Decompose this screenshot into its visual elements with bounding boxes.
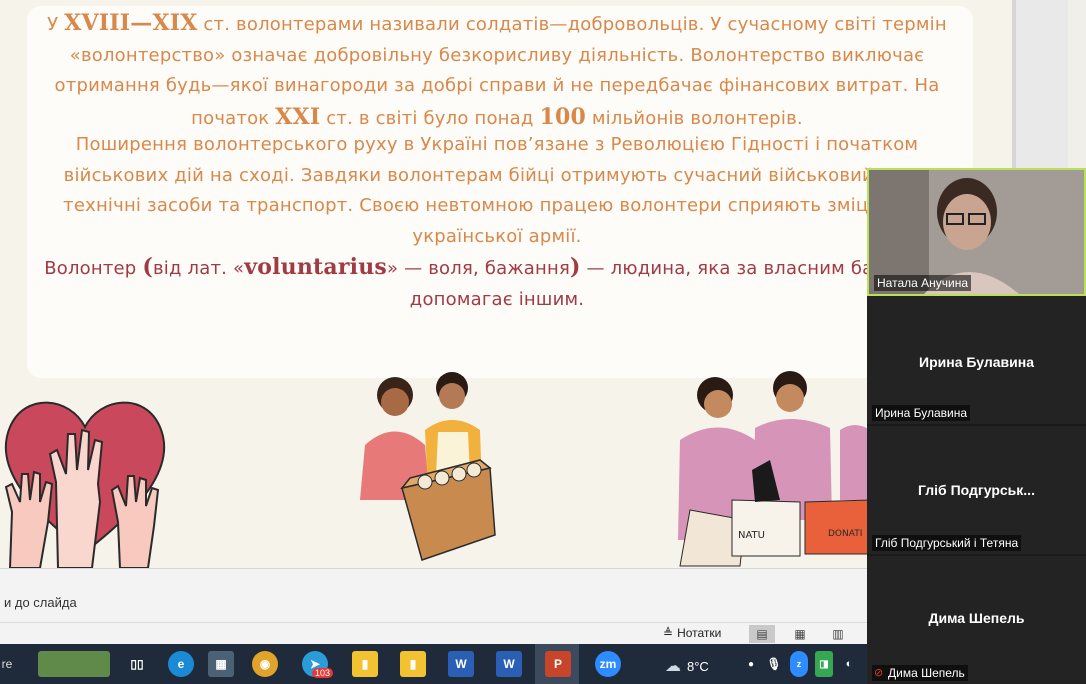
- participant-center-name: Гліб Подгурськ...: [918, 482, 1035, 498]
- participant-name: Ирина Булавина: [872, 405, 971, 421]
- box-label-natural: NATU: [738, 530, 765, 541]
- slide-paragraph-definition: Волонтер (від лат. «voluntarius» — воля,…: [44, 254, 950, 310]
- weather-temp: 8°C: [687, 658, 709, 674]
- telegram-badge: 103: [312, 668, 334, 678]
- heart-hands-illustration: [4, 401, 166, 568]
- participant-name: Натала Анучина: [874, 275, 972, 291]
- file-explorer-icon[interactable]: ▮: [352, 651, 378, 677]
- participant-center-name: Ирина Булавина: [919, 354, 1034, 370]
- powerpoint-icon[interactable]: P: [545, 651, 571, 677]
- participant-center-name: Дима Шепель: [928, 610, 1025, 626]
- reading-view-button[interactable]: ▥: [825, 625, 851, 643]
- weather-widget[interactable]: ☁ 8°C: [665, 656, 709, 676]
- grid-icon: ▦: [794, 627, 806, 641]
- zoom-icon[interactable]: zm: [595, 651, 621, 677]
- muted-mic-icon: ⊘: [874, 666, 884, 679]
- participant-tile[interactable]: Гліб Подгурськ... Гліб Подгурський і Тет…: [867, 426, 1086, 554]
- notes-toggle-button[interactable]: ≜ Нотатки: [663, 626, 721, 640]
- participant-name: Дима Шепель: [872, 665, 968, 681]
- calculator-icon[interactable]: ▦: [208, 651, 234, 677]
- normal-view-button[interactable]: ▤: [749, 625, 775, 643]
- participant-tile[interactable]: Ирина Булавина Ирина Булавина: [867, 296, 1086, 424]
- notes-icon: ≜: [663, 626, 674, 640]
- word-icon-2[interactable]: W: [496, 651, 522, 677]
- tray-security-icon[interactable]: ◐: [840, 651, 858, 677]
- book-icon: ▥: [832, 627, 844, 641]
- notes-placeholder[interactable]: и до слайда: [4, 595, 77, 610]
- tray-zoom-icon[interactable]: z: [790, 651, 808, 677]
- file-explorer-icon-2[interactable]: ▮: [400, 651, 426, 677]
- participant-tile-video[interactable]: Натала Анучина: [867, 168, 1086, 296]
- tray-app-icon[interactable]: ◨: [815, 651, 833, 677]
- zoom-participants-panel: Натала Анучина Ирина Булавина Ирина Була…: [867, 168, 1086, 684]
- participant-tile[interactable]: Дима Шепель Дима Шепель ⊘: [867, 556, 1086, 684]
- notes-label: Нотатки: [677, 626, 722, 640]
- participant-name: Гліб Подгурський і Тетяна: [872, 535, 1022, 551]
- volunteers-donation-illustration: NATU DONATI: [678, 371, 870, 567]
- slide-canvas: У XVIII—XIX ст. волонтерами називали сол…: [0, 0, 1012, 568]
- status-bar: ≜ Нотатки ▤ ▦ ▥: [0, 622, 868, 645]
- chrome-icon[interactable]: ◉: [252, 651, 278, 677]
- cloud-icon: ☁: [665, 658, 681, 675]
- search-highlight-image: [38, 651, 110, 677]
- tray-record-icon[interactable]: ●: [742, 651, 760, 677]
- notes-pane[interactable]: и до слайда: [0, 568, 868, 623]
- slide-paragraph-history: У XVIII—XIX ст. волонтерами називали сол…: [47, 10, 947, 130]
- word-icon[interactable]: W: [448, 651, 474, 677]
- slide-sorter-button[interactable]: ▦: [787, 625, 813, 643]
- task-view-icon[interactable]: ▯▯: [124, 651, 150, 677]
- volunteers-packing-illustration: [360, 372, 496, 561]
- windows-taskbar: re ▯▯ e ▦ ◉ ➤ 103 ▮ ▮ W W P zm ☁ 8°C ● 🎙…: [0, 644, 868, 684]
- edge-icon[interactable]: e: [168, 651, 194, 677]
- slide-paragraph-ukraine: Поширення волонтерського руху в Україні …: [63, 134, 931, 247]
- box-label-donation: DONATI: [828, 529, 862, 539]
- tray-mic-icon[interactable]: 🎙: [765, 651, 783, 677]
- search-text[interactable]: re: [0, 651, 14, 677]
- normal-view-icon: ▤: [756, 627, 768, 641]
